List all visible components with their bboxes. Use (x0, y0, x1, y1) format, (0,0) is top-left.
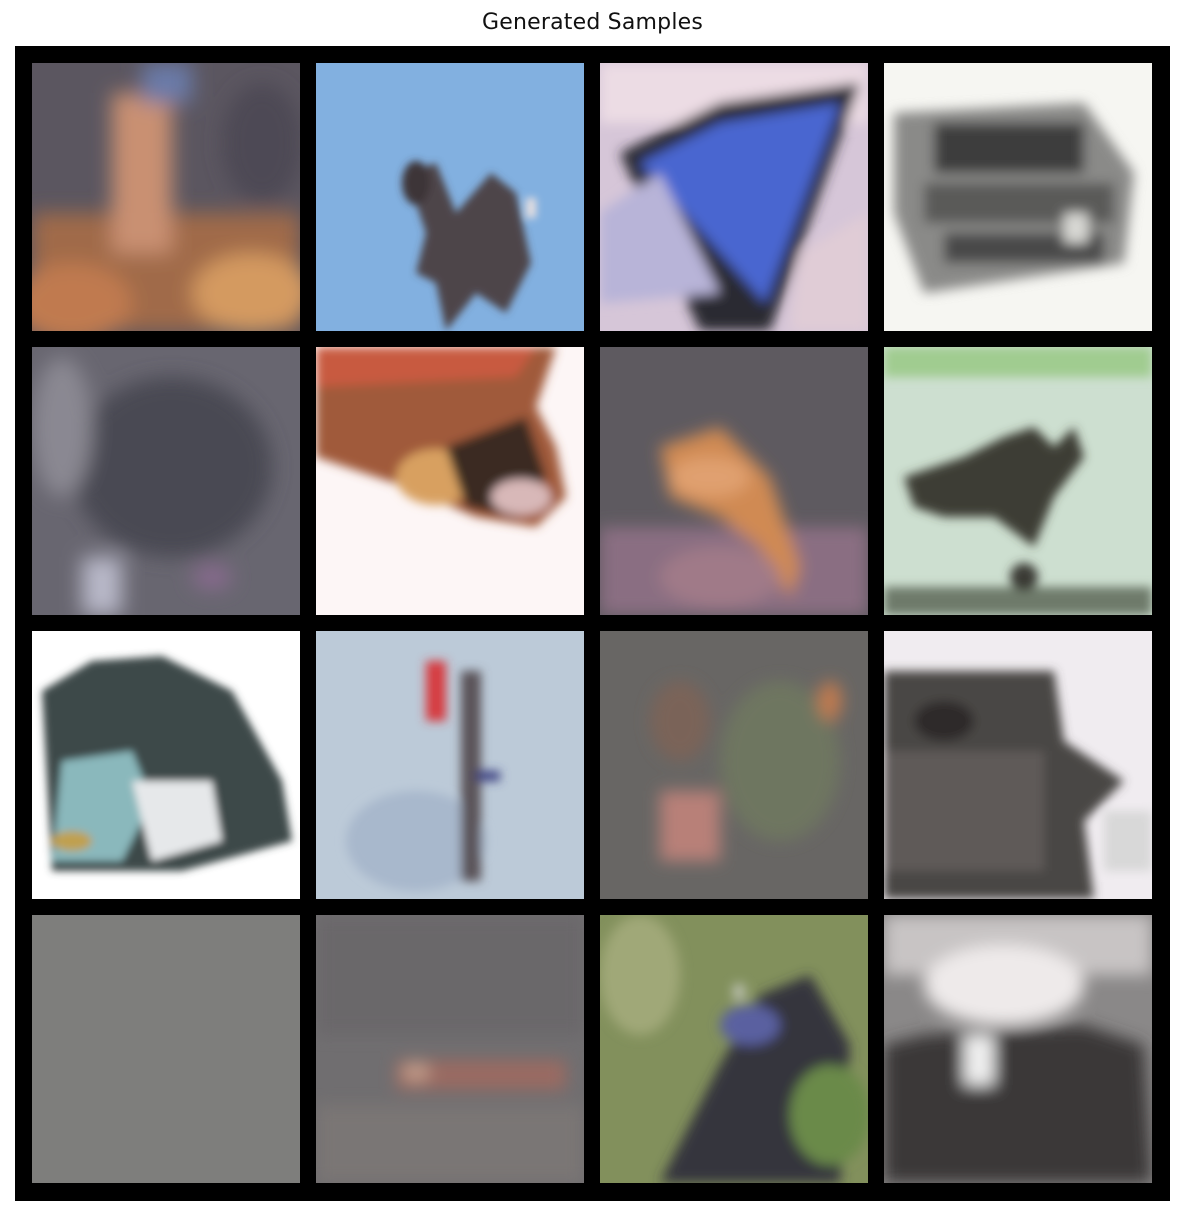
figure-title: Generated Samples (481, 10, 704, 35)
sample-image (32, 63, 300, 331)
sample-tile-3-1 (316, 915, 584, 1183)
sample-image (32, 915, 300, 1183)
sample-tile-3-2 (600, 915, 868, 1183)
sample-image (32, 347, 300, 615)
sample-image (884, 631, 1152, 899)
sample-image (884, 63, 1152, 331)
sample-image (884, 347, 1152, 615)
sample-tile-3-0 (32, 915, 300, 1183)
sample-image (316, 347, 584, 615)
sample-tile-1-0 (32, 347, 300, 615)
sample-tile-0-0 (32, 63, 300, 331)
sample-tile-2-0 (32, 631, 300, 899)
sample-tile-1-2 (600, 347, 868, 615)
sample-grid (15, 46, 1170, 1201)
sample-image (600, 347, 868, 615)
sample-tile-3-3 (884, 915, 1152, 1183)
sample-image (600, 63, 868, 331)
sample-image (316, 915, 584, 1183)
sample-image (600, 631, 868, 899)
sample-tile-1-3 (884, 347, 1152, 615)
sample-tile-2-2 (600, 631, 868, 899)
sample-tile-2-1 (316, 631, 584, 899)
sample-image (316, 631, 584, 899)
sample-tile-2-3 (884, 631, 1152, 899)
sample-image (600, 915, 868, 1183)
sample-image (316, 63, 584, 331)
sample-image (884, 915, 1152, 1183)
sample-image (32, 631, 300, 899)
sample-tile-0-1 (316, 63, 584, 331)
sample-tile-1-1 (316, 347, 584, 615)
sample-tile-0-2 (600, 63, 868, 331)
sample-tile-0-3 (884, 63, 1152, 331)
